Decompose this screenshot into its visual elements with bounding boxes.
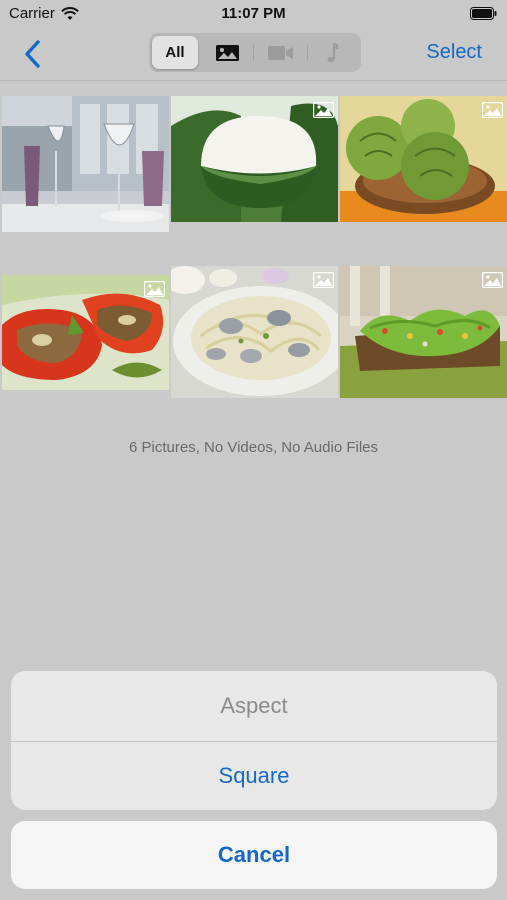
- music-note-icon: [327, 42, 339, 62]
- action-sheet-title: Aspect: [11, 671, 497, 742]
- media-type-segmented-control: All: [149, 33, 361, 72]
- photo-icon: [482, 102, 503, 118]
- cancel-button[interactable]: Cancel: [11, 821, 497, 889]
- navigation-bar: All Select: [0, 28, 507, 81]
- segment-videos: [255, 36, 305, 69]
- library-summary: 6 Pictures, No Videos, No Audio Files: [128, 439, 379, 456]
- photo-icon: [482, 272, 503, 288]
- photo-icon: [313, 272, 334, 288]
- battery-icon: [470, 7, 497, 20]
- photo-icon: [215, 44, 239, 61]
- chevron-left-icon[interactable]: [22, 39, 44, 69]
- segment-divider: [307, 44, 308, 61]
- segment-audio: [309, 36, 355, 69]
- media-thumbnail[interactable]: [340, 96, 507, 222]
- media-thumbnail[interactable]: [171, 96, 338, 222]
- media-thumbnail[interactable]: [340, 266, 507, 398]
- photo-icon: [313, 102, 334, 118]
- media-thumbnail[interactable]: [171, 266, 338, 398]
- media-thumbnail[interactable]: [2, 275, 169, 390]
- square-option-button[interactable]: Square: [11, 742, 497, 810]
- clock: 11:07 PM: [221, 5, 286, 22]
- segment-photos[interactable]: [204, 36, 250, 69]
- photo-icon: [144, 281, 165, 297]
- status-bar: Carrier 11:07 PM: [0, 0, 507, 28]
- media-thumbnail[interactable]: [2, 96, 169, 232]
- action-sheet: Aspect Square: [11, 671, 497, 810]
- select-button[interactable]: Select: [426, 41, 482, 64]
- segment-all[interactable]: All: [152, 36, 198, 69]
- segment-divider: [253, 44, 254, 61]
- video-icon: [267, 45, 293, 60]
- photo-wine-glasses: [2, 96, 169, 232]
